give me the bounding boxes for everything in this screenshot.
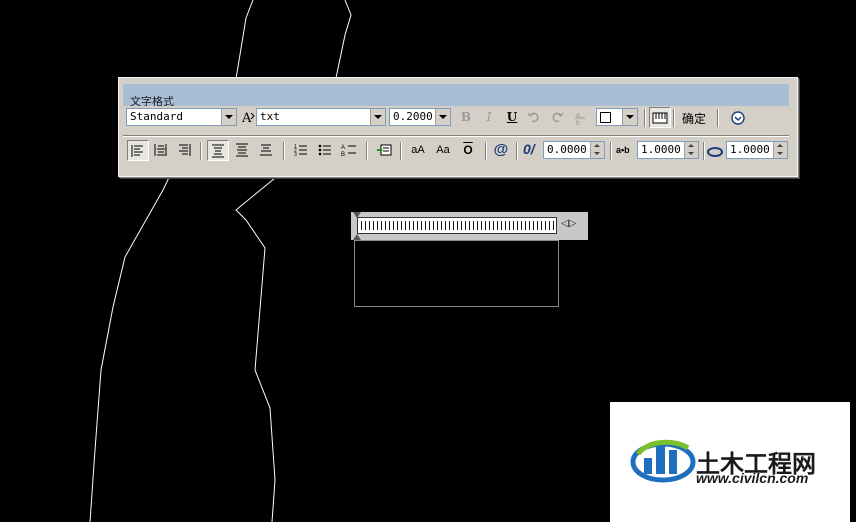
ruler-resize-handle[interactable]: ◁▷ bbox=[561, 218, 576, 229]
numbered-list-button[interactable]: 123 bbox=[290, 140, 312, 161]
options-button[interactable] bbox=[727, 107, 749, 128]
align-top-button[interactable] bbox=[207, 140, 229, 161]
options-chevron-icon bbox=[731, 111, 745, 125]
undo-icon bbox=[527, 112, 539, 123]
chevron-down-icon[interactable] bbox=[221, 109, 236, 125]
ruler-toggle-button[interactable] bbox=[649, 107, 671, 128]
oblique-angle-label: 0/ bbox=[523, 141, 535, 157]
toolbar-title: 文字格式 bbox=[130, 96, 174, 106]
text-style-select[interactable]: Standard bbox=[126, 108, 237, 126]
align-middle-button[interactable] bbox=[231, 140, 253, 161]
align-right-button[interactable] bbox=[173, 140, 195, 161]
underline-button[interactable]: U bbox=[501, 107, 523, 128]
text-formatting-toolbar: 文字格式 Standard A txt 0.2000 B I U ab 确定 1… bbox=[118, 77, 798, 177]
width-factor-icon bbox=[707, 145, 723, 163]
insert-field-icon bbox=[377, 144, 392, 156]
width-factor-value: 1.0000 bbox=[730, 143, 770, 156]
redo-button[interactable] bbox=[546, 107, 568, 128]
chevron-down-icon[interactable] bbox=[622, 109, 637, 125]
letter-list-button[interactable]: AB bbox=[338, 140, 360, 161]
bullet-list-icon bbox=[318, 144, 331, 156]
lowercase-button[interactable]: Aa bbox=[432, 140, 454, 161]
align-top-icon bbox=[212, 144, 224, 158]
italic-button[interactable]: I bbox=[478, 107, 500, 128]
svg-text:A: A bbox=[241, 111, 252, 125]
uppercase-button[interactable]: aA bbox=[407, 140, 429, 161]
font-select[interactable]: txt bbox=[256, 108, 386, 126]
width-factor-input[interactable]: 1.0000 bbox=[726, 141, 788, 159]
civilcn-logo-icon bbox=[630, 439, 696, 483]
text-color-select[interactable] bbox=[596, 108, 638, 126]
spinner-icon[interactable] bbox=[773, 142, 787, 158]
svg-text:b: b bbox=[576, 120, 580, 126]
chevron-down-icon[interactable] bbox=[435, 109, 450, 125]
align-left-button[interactable] bbox=[127, 140, 149, 161]
mtext-edit-box[interactable] bbox=[354, 240, 559, 307]
align-right-icon bbox=[179, 144, 191, 156]
text-ruler[interactable]: ◁▷ bbox=[351, 212, 588, 240]
text-style-value: Standard bbox=[130, 110, 183, 123]
oblique-angle-input[interactable]: 0.0000 bbox=[543, 141, 605, 159]
svg-text:A: A bbox=[341, 145, 345, 151]
stack-button[interactable]: ab bbox=[569, 107, 591, 128]
spinner-icon[interactable] bbox=[684, 142, 698, 158]
tracking-label: a•b bbox=[616, 145, 630, 155]
chevron-down-icon[interactable] bbox=[370, 109, 385, 125]
ok-button[interactable]: 确定 bbox=[682, 110, 706, 127]
bold-button[interactable]: B bbox=[455, 107, 477, 128]
oblique-angle-value: 0.0000 bbox=[547, 143, 587, 156]
stack-icon: ab bbox=[575, 112, 585, 126]
font-value: txt bbox=[260, 110, 280, 123]
watermark-logo: 土木工程网 www.civilcn.com bbox=[610, 402, 850, 522]
tracking-value: 1.0000 bbox=[641, 143, 681, 156]
color-swatch bbox=[600, 112, 611, 123]
letter-list-icon: AB bbox=[341, 145, 356, 157]
align-left-icon bbox=[131, 145, 143, 157]
text-height-select[interactable]: 0.2000 bbox=[389, 108, 451, 126]
svg-text:3: 3 bbox=[294, 152, 297, 157]
spinner-icon[interactable] bbox=[590, 142, 604, 158]
align-center-multiline-button[interactable] bbox=[150, 140, 172, 161]
undo-button[interactable] bbox=[523, 107, 545, 128]
ruler-scale[interactable] bbox=[357, 217, 557, 234]
svg-text:B: B bbox=[341, 152, 345, 157]
bullet-list-button[interactable] bbox=[314, 140, 336, 161]
numbered-list-icon: 123 bbox=[294, 144, 307, 157]
align-center-icon bbox=[154, 144, 167, 156]
align-middle-icon bbox=[236, 143, 248, 157]
toolbar-row-2: 123 AB aA Aa O @ 0/ 0.0000 a•b 1.0000 1.… bbox=[123, 139, 789, 165]
toolbar-divider bbox=[123, 135, 789, 137]
overline-button[interactable]: O bbox=[457, 140, 479, 161]
ruler-icon bbox=[652, 112, 668, 124]
redo-icon bbox=[552, 112, 564, 123]
text-height-value: 0.2000 bbox=[393, 110, 433, 123]
insert-field-button[interactable] bbox=[373, 140, 395, 161]
align-bottom-icon bbox=[260, 144, 272, 156]
toolbar-title-bar[interactable]: 文字格式 bbox=[123, 84, 789, 106]
align-bottom-button[interactable] bbox=[255, 140, 277, 161]
tracking-input[interactable]: 1.0000 bbox=[637, 141, 699, 159]
toolbar-row-1: Standard A txt 0.2000 B I U ab 确定 bbox=[123, 106, 789, 132]
watermark-url: www.civilcn.com bbox=[696, 470, 809, 486]
symbol-button[interactable]: @ bbox=[490, 140, 512, 161]
font-type-icon: A bbox=[241, 109, 257, 126]
